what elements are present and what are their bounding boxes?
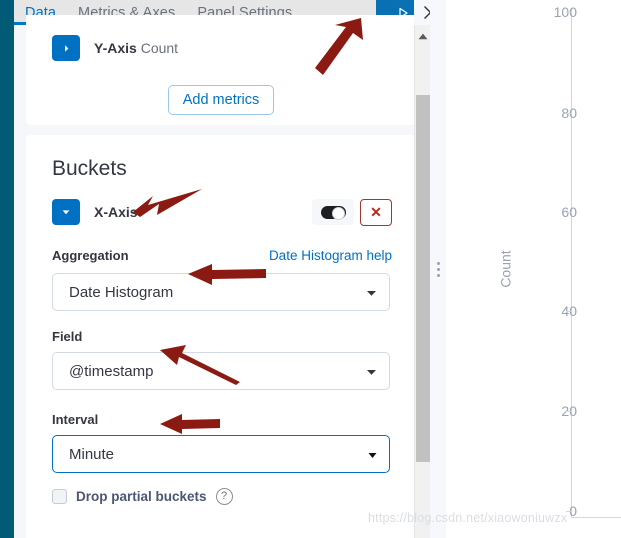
y-tick-mark-100 (566, 12, 572, 13)
chevron-down-icon (366, 363, 377, 380)
y-axis-title-label: Count (497, 250, 514, 288)
interval-select-value: Minute (69, 445, 115, 463)
bucket-remove-button[interactable]: ✕ (360, 198, 392, 226)
visualization-editor-panel: Data Metrics & Axes Panel Settings Y-Axi… (14, 0, 430, 538)
metric-y-axis-collapse-button[interactable] (52, 35, 80, 61)
close-editor-button[interactable] (414, 0, 430, 25)
app-left-rail (0, 0, 14, 538)
bucket-head-actions: ✕ (312, 198, 392, 226)
x-remove-icon: ✕ (370, 204, 382, 220)
drop-partial-buckets-checkbox[interactable] (52, 489, 67, 504)
toggle-switch-icon (320, 205, 346, 220)
metrics-card: Y-Axis Count Add metrics (26, 15, 416, 125)
panel-resize-handle[interactable] (430, 0, 446, 538)
buckets-heading: Buckets (52, 157, 127, 180)
field-label: Field (52, 329, 83, 344)
bucket-x-axis-row[interactable]: X-Axis ✕ (52, 198, 392, 226)
metric-y-axis-label: Y-Axis (94, 40, 137, 56)
chevron-down-icon (366, 284, 377, 301)
aggregation-select[interactable]: Date Histogram (52, 273, 390, 311)
x-axis-line (571, 517, 621, 518)
y-tick-mark-20 (566, 411, 572, 412)
y-tick-mark-40 (566, 311, 572, 312)
scrollbar-up-button[interactable] (415, 29, 430, 43)
drop-partial-buckets-label: Drop partial buckets (76, 489, 207, 504)
metric-y-axis-title: Y-Axis Count (94, 40, 178, 56)
interval-label: Interval (52, 412, 99, 427)
scrollbar-thumb[interactable] (416, 95, 430, 462)
y-tick-mark-80 (566, 113, 572, 114)
field-select[interactable]: @timestamp (52, 352, 390, 390)
y-tick-mark-60 (566, 212, 572, 213)
aggregation-label: Aggregation (52, 248, 129, 263)
grip-dots-icon (436, 261, 440, 277)
caret-down-icon (368, 446, 377, 463)
drop-partial-buckets-row[interactable]: Drop partial buckets ? (52, 488, 233, 505)
close-icon (423, 6, 430, 19)
metric-y-axis-value: Count (140, 40, 179, 56)
y-axis-title: Count (487, 0, 524, 538)
aggregation-select-value: Date Histogram (69, 283, 174, 301)
bucket-x-axis-collapse-button[interactable] (52, 199, 80, 225)
bucket-x-axis-label: X-Axis (94, 204, 138, 220)
screen-root: Data Metrics & Axes Panel Settings Y-Axi… (0, 0, 621, 538)
question-circle-icon[interactable]: ? (215, 488, 233, 505)
chevron-down-icon (62, 210, 70, 215)
metric-y-axis-row[interactable]: Y-Axis Count (52, 35, 178, 61)
y-axis-line (571, 8, 572, 518)
visualization-chart-area: Count 100 80 60 40 20 0 (446, 0, 621, 538)
chevron-right-icon (64, 44, 68, 52)
buckets-card: Buckets X-Axis ✕ Aggregation Date Histog… (26, 135, 416, 538)
triangle-up-icon (418, 33, 428, 39)
bucket-enable-toggle[interactable] (312, 199, 354, 225)
interval-select[interactable]: Minute (52, 435, 390, 473)
add-metrics-row: Add metrics (26, 85, 416, 116)
editor-vertical-scrollbar[interactable] (414, 25, 430, 538)
add-metrics-button[interactable]: Add metrics (167, 85, 275, 116)
editor-scroll-area: Y-Axis Count Add metrics Buckets X-Axis … (14, 15, 430, 538)
date-histogram-help-link[interactable]: Date Histogram help (269, 248, 392, 263)
watermark-text: https://blog.csdn.net/xiaowoniuwzx (368, 511, 568, 525)
field-select-value: @timestamp (69, 362, 154, 380)
